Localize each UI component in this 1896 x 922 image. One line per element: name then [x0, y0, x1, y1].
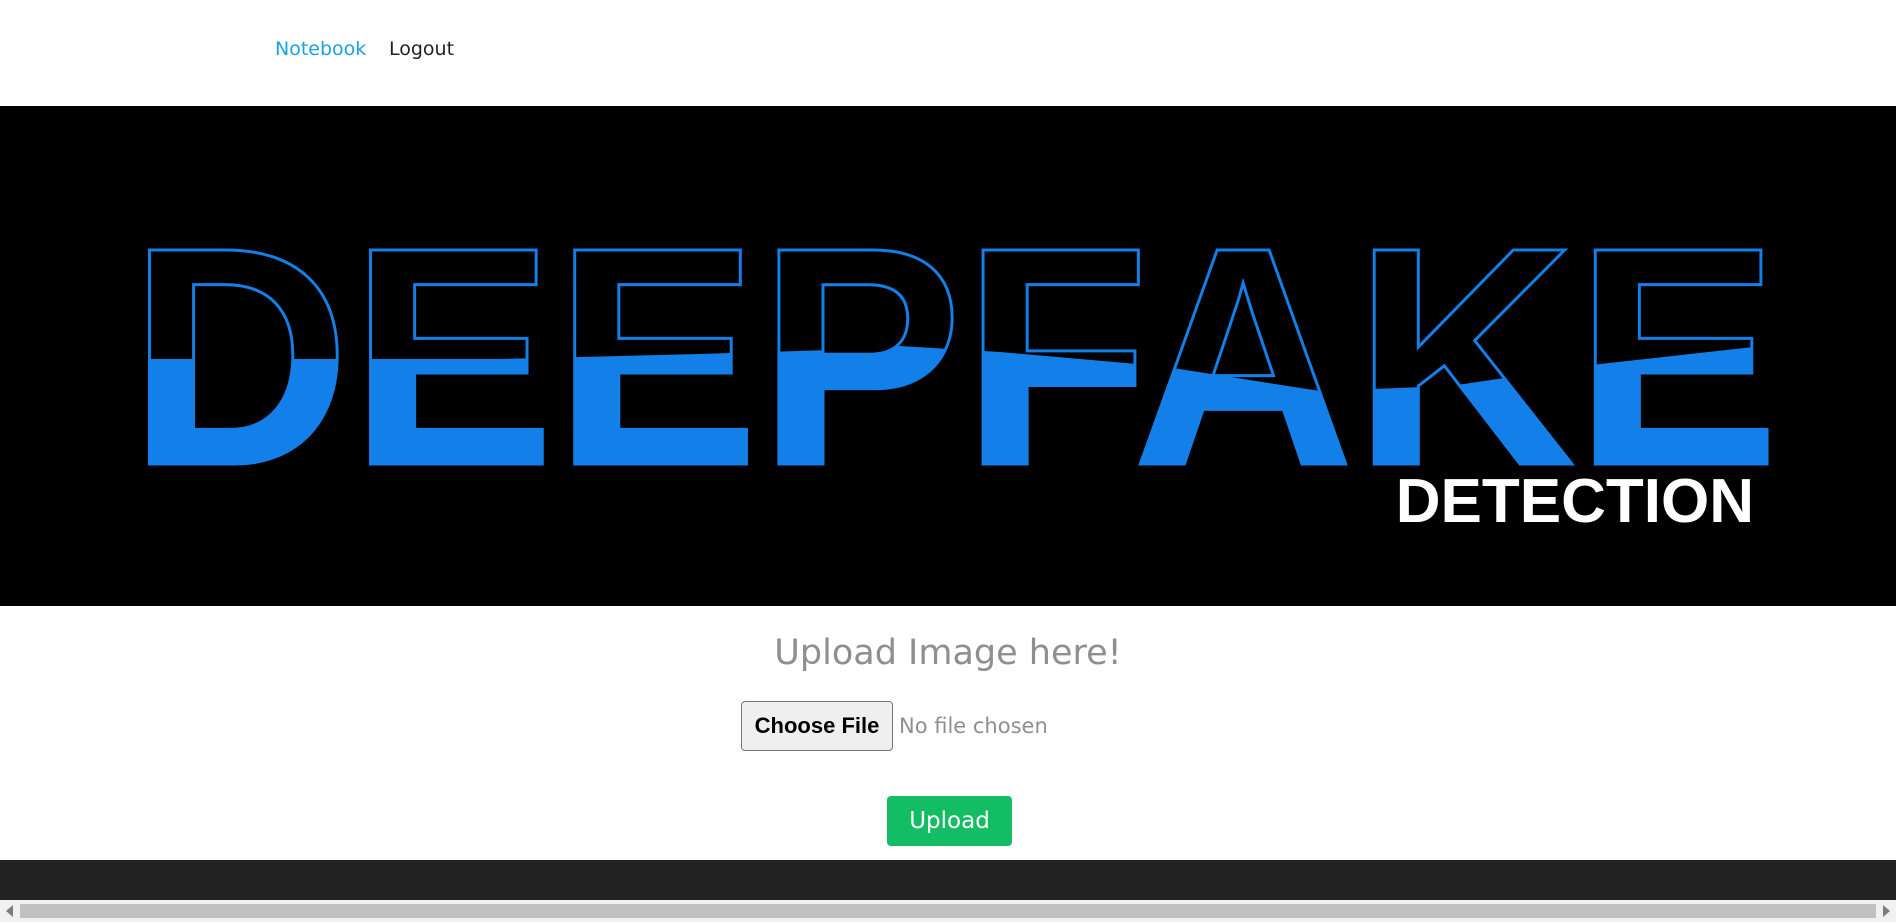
- top-navbar: Notebook Logout: [0, 0, 1896, 106]
- footer-bar: [0, 860, 1896, 900]
- upload-heading: Upload Image here!: [774, 633, 1122, 673]
- scroll-right-arrow-icon[interactable]: [1883, 905, 1890, 917]
- nav-link-logout[interactable]: Logout: [389, 38, 454, 60]
- logo-subword: DETECTION: [1396, 467, 1754, 536]
- hero-banner: DEEPFAKE DEEPFAKE DEEPFAKE DETECTION: [0, 106, 1896, 606]
- horizontal-scrollbar[interactable]: [0, 900, 1896, 922]
- scrollbar-thumb[interactable]: [20, 904, 1876, 918]
- deepfake-detection-logo: DEEPFAKE DEEPFAKE DEEPFAKE DETECTION: [128, 181, 1781, 537]
- upload-button[interactable]: Upload: [887, 796, 1012, 846]
- scroll-left-arrow-icon[interactable]: [6, 905, 13, 917]
- choose-file-button[interactable]: Choose File: [741, 701, 893, 751]
- file-input[interactable]: Choose File No file chosen: [741, 701, 1048, 751]
- nav-link-notebook[interactable]: Notebook: [275, 38, 366, 60]
- file-status-text: No file chosen: [899, 714, 1048, 738]
